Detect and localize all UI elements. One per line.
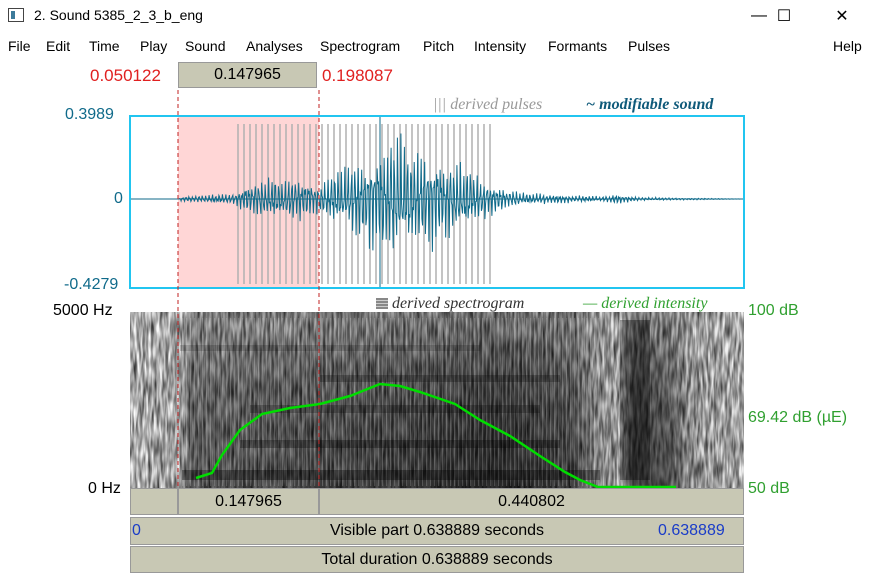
visible-part-text: Visible part 0.638889 seconds: [329, 522, 545, 539]
visible-start-label: 0: [132, 522, 141, 539]
time-bar-after[interactable]: 0.440802: [319, 488, 744, 515]
visible-part-bar[interactable]: Visible part 0.638889 seconds: [130, 517, 744, 545]
visible-end-label: 0.638889: [658, 522, 725, 539]
total-duration-bar[interactable]: Total duration 0.638889 seconds: [130, 546, 744, 573]
time-bar-before[interactable]: [130, 488, 178, 515]
time-bar-selection[interactable]: 0.147965: [178, 488, 319, 515]
spectrogram-image[interactable]: [130, 312, 744, 488]
